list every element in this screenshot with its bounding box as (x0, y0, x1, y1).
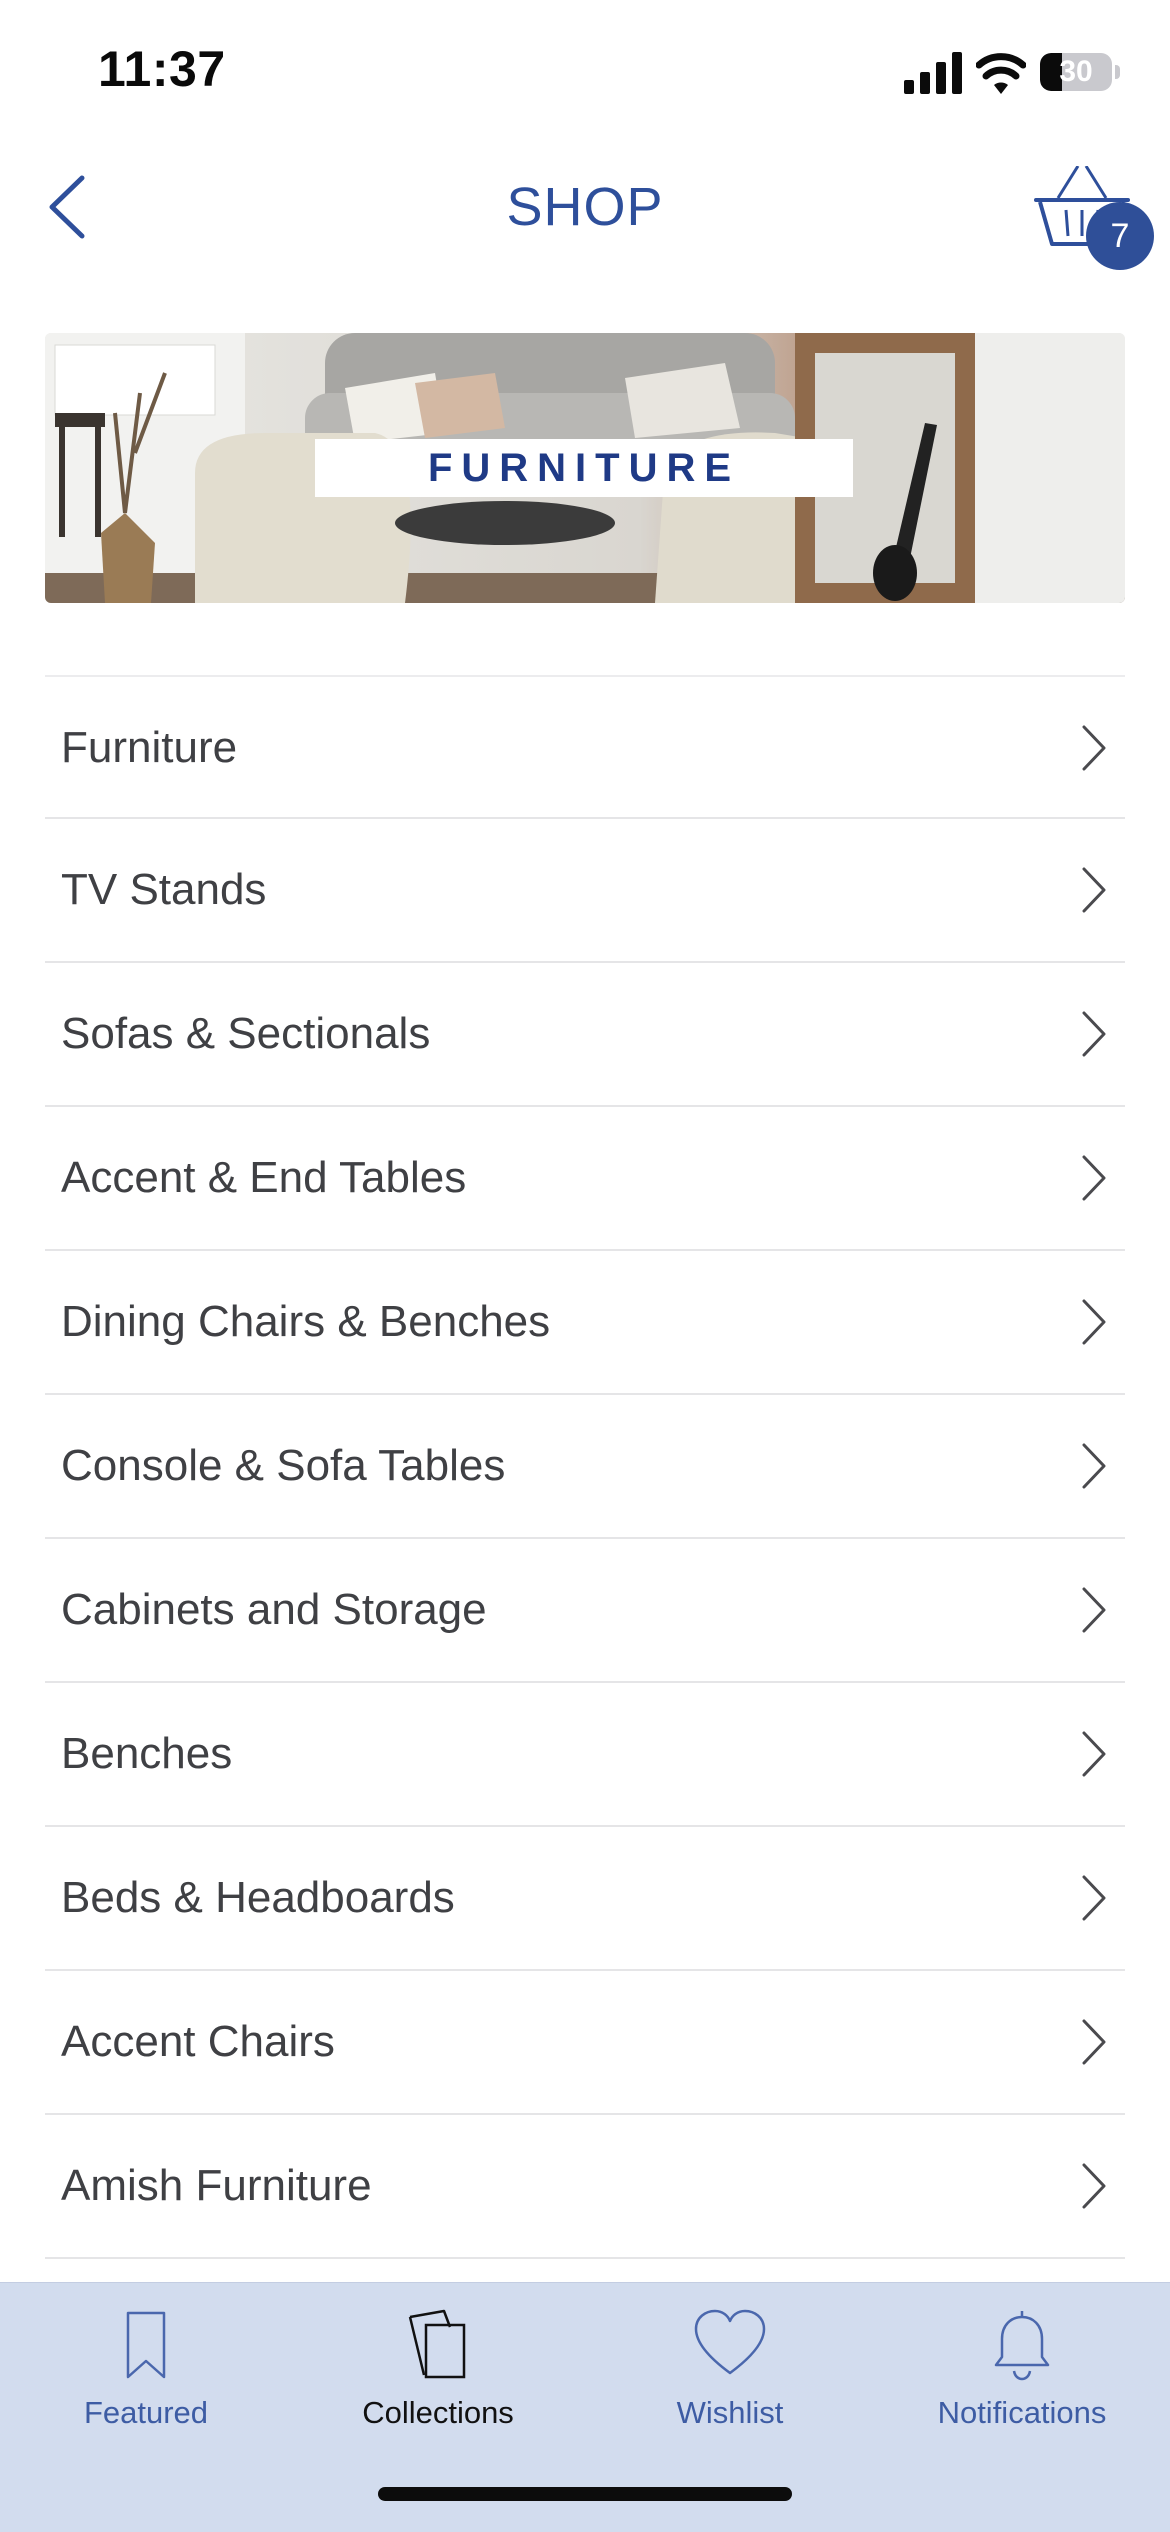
bell-icon (994, 2311, 1050, 2381)
chevron-right-icon (1082, 1875, 1106, 1921)
battery-body: 30 (1040, 53, 1112, 91)
list-item-label: Cabinets and Storage (61, 1585, 487, 1634)
page-title: SHOP (506, 177, 664, 237)
chevron-right-icon (1082, 1299, 1106, 1345)
chevron-right-icon (1082, 1155, 1106, 1201)
header: SHOP 7 (0, 140, 1170, 270)
list-item-tv-stands[interactable]: TV Stands (45, 819, 1125, 963)
list-item-label: Console & Sofa Tables (61, 1441, 506, 1490)
list-item-label: Accent Chairs (61, 2017, 335, 2066)
bookmark-icon (126, 2311, 166, 2379)
chevron-right-icon (1082, 867, 1106, 913)
list-item-label: Accent & End Tables (61, 1153, 467, 1202)
list-item-beds-headboards[interactable]: Beds & Headboards (45, 1827, 1125, 1971)
list-item-label: Furniture (61, 723, 238, 772)
list-item-accent-chairs[interactable]: Accent Chairs (45, 1971, 1125, 2115)
list-item-console-sofa-tables[interactable]: Console & Sofa Tables (45, 1395, 1125, 1539)
tab-wishlist[interactable]: Wishlist (584, 2283, 876, 2453)
status-bar: 11:37 30 (0, 0, 1170, 140)
list-item-label: TV Stands (61, 865, 267, 914)
tab-label: Featured (83, 2395, 209, 2430)
list-item-label: Dining Chairs & Benches (61, 1297, 551, 1346)
list-item-label: Sofas & Sectionals (61, 1009, 431, 1058)
shop-screen: 11:37 30 SHOP 7 FURNITURE Furniture TV S… (0, 0, 1170, 2532)
category-list: Furniture TV Stands Sofas & Sectionals A… (45, 675, 1125, 2259)
cart-button[interactable]: 7 (1030, 165, 1154, 276)
list-item-label: Benches (61, 1729, 233, 1778)
banner-label: FURNITURE (427, 446, 741, 490)
furniture-banner[interactable]: FURNITURE (45, 333, 1125, 603)
collections-icon (408, 2309, 466, 2379)
chevron-right-icon (1082, 1731, 1106, 1777)
battery-level: 30 (1059, 55, 1093, 88)
banner-label-box: FURNITURE (315, 439, 853, 497)
list-item-dining-chairs-benches[interactable]: Dining Chairs & Benches (45, 1251, 1125, 1395)
battery-icon: 30 (1040, 53, 1120, 91)
tab-notifications[interactable]: Notifications (876, 2283, 1168, 2453)
chevron-right-icon (1082, 725, 1106, 771)
tab-featured[interactable]: Featured (0, 2283, 292, 2453)
tab-label: Collections (362, 2395, 514, 2430)
home-indicator (378, 2487, 792, 2501)
tab-label: Wishlist (676, 2395, 784, 2430)
list-item-label: Amish Furniture (61, 2161, 372, 2210)
tab-collections[interactable]: Collections (292, 2283, 584, 2453)
wifi-icon (976, 53, 1026, 94)
chevron-right-icon (1082, 1443, 1106, 1489)
chevron-right-icon (1082, 1587, 1106, 1633)
battery-tip (1115, 65, 1120, 79)
chevron-right-icon (1082, 2019, 1106, 2065)
list-item-accent-end-tables[interactable]: Accent & End Tables (45, 1107, 1125, 1251)
status-time: 11:37 (98, 41, 226, 97)
list-item-cabinets-storage[interactable]: Cabinets and Storage (45, 1539, 1125, 1683)
tab-label: Notifications (937, 2395, 1107, 2430)
list-item-amish-furniture[interactable]: Amish Furniture (45, 2115, 1125, 2259)
heart-icon (694, 2309, 766, 2375)
list-item-furniture[interactable]: Furniture (45, 675, 1125, 819)
list-item-label: Beds & Headboards (61, 1873, 455, 1922)
list-item-sofas-sectionals[interactable]: Sofas & Sectionals (45, 963, 1125, 1107)
chevron-right-icon (1082, 2163, 1106, 2209)
cart-count-badge: 7 (1086, 202, 1154, 270)
chevron-right-icon (1082, 1011, 1106, 1057)
list-item-benches[interactable]: Benches (45, 1683, 1125, 1827)
signal-icon (904, 52, 962, 94)
